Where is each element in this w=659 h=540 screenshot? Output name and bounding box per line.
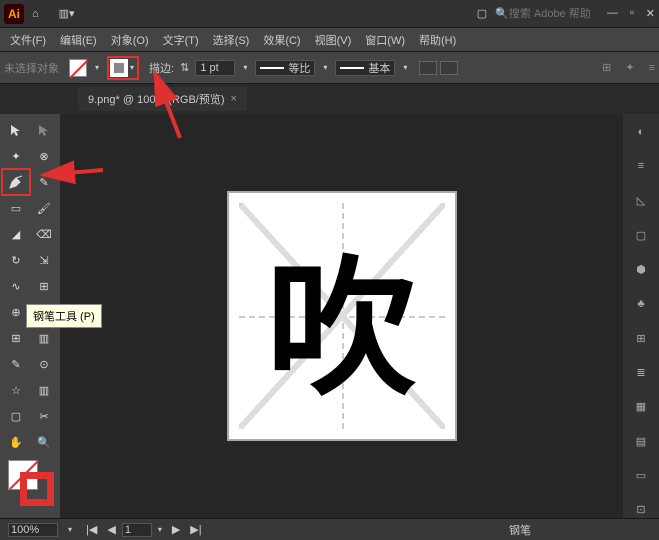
scale-tool[interactable]: ⇲: [31, 248, 57, 272]
style-icon[interactable]: [440, 61, 458, 75]
pen-tooltip: 钢笔工具 (P): [26, 304, 102, 328]
opacity-icon[interactable]: [419, 61, 437, 75]
home-icon[interactable]: ⌂: [32, 8, 39, 20]
selection-tool[interactable]: [3, 118, 29, 142]
align-icon[interactable]: ⊞: [602, 61, 611, 74]
panel-menu-icon[interactable]: ≡: [649, 62, 655, 74]
artboard-number-input[interactable]: [122, 523, 152, 537]
brushes-panel-icon[interactable]: ⬢: [632, 261, 650, 277]
right-panel: ◐ ≡ ◺ ▢ ⬢ ♣ ⊞ ≣ ▦ ▤ ▭ ⊡: [623, 114, 659, 518]
blend-tool[interactable]: ⊙: [31, 352, 57, 376]
tab-title: 9.png* @ 100% (RGB/预览): [88, 91, 225, 107]
current-tool-status: 钢笔: [509, 522, 531, 538]
stroke-dropdown-icon[interactable]: ▾: [128, 63, 136, 72]
stroke-stepper-icon[interactable]: ⇅: [180, 61, 189, 74]
artboard-tool[interactable]: ▢: [3, 404, 29, 428]
symbol-sprayer-tool[interactable]: ☆: [3, 378, 29, 402]
pathfinder-panel-icon[interactable]: ▦: [632, 399, 650, 415]
curvature-tool[interactable]: ✎: [31, 170, 57, 194]
menu-select[interactable]: 选择(S): [207, 30, 256, 50]
width-profile[interactable]: 基本: [335, 60, 395, 76]
toolbar: ✦⊗ ✎ 钢笔工具 (P) ▭🖌 ◢⌫ ↻⇲ ∿⊞ ⊕▦ ⊞▥ ✎⊙ ☆▥ ▢✂…: [0, 114, 60, 518]
properties-panel-icon[interactable]: ≡: [632, 158, 650, 174]
dash-profile[interactable]: 等比: [255, 60, 315, 76]
menu-type[interactable]: 文字(T): [157, 30, 205, 50]
menu-help[interactable]: 帮助(H): [413, 30, 462, 50]
search-icon[interactable]: 🔍: [495, 7, 509, 20]
transform-panel-icon[interactable]: ⊞: [632, 330, 650, 346]
stroke-swatch-icon[interactable]: [22, 474, 52, 504]
appearance-panel-icon[interactable]: ⊡: [632, 502, 650, 518]
hand-tool[interactable]: ✋: [3, 430, 29, 454]
app-logo: Ai: [4, 4, 24, 24]
column-graph-tool[interactable]: ▥: [31, 378, 57, 402]
color-panel-icon[interactable]: ◐: [632, 124, 650, 140]
free-transform-tool[interactable]: ⊞: [31, 274, 57, 298]
first-artboard-icon[interactable]: |◀: [82, 523, 101, 536]
align-panel-icon[interactable]: ≣: [632, 364, 650, 380]
direct-selection-tool[interactable]: [31, 118, 57, 142]
prefs-icon[interactable]: ✦: [625, 61, 634, 74]
slice-tool[interactable]: ✂: [31, 404, 57, 428]
canvas-area[interactable]: 吹: [60, 114, 623, 518]
profile-dropdown-icon[interactable]: ▾: [401, 63, 409, 72]
minimize-icon[interactable]: —: [607, 7, 618, 20]
menu-file[interactable]: 文件(F): [4, 30, 52, 50]
menu-edit[interactable]: 编辑(E): [54, 30, 103, 50]
arrange-icon[interactable]: ▥▾: [59, 7, 75, 20]
stroke-width-input[interactable]: 1 pt: [195, 60, 235, 76]
fill-stroke-control[interactable]: [8, 460, 52, 504]
zoom-tool[interactable]: 🔍: [31, 430, 57, 454]
tab-close-icon[interactable]: ×: [231, 93, 237, 105]
menu-effect[interactable]: 效果(C): [257, 30, 306, 50]
prev-artboard-icon[interactable]: ◀: [103, 523, 119, 536]
libraries-panel-icon[interactable]: ▢: [632, 227, 650, 243]
stroke-label: 描边:: [149, 60, 174, 76]
menu-object[interactable]: 对象(O): [105, 30, 155, 50]
rotate-tool[interactable]: ↻: [3, 248, 29, 272]
pen-tool[interactable]: [3, 170, 29, 194]
zoom-input[interactable]: [8, 523, 58, 537]
fill-none-swatch[interactable]: [69, 59, 87, 77]
paintbrush-tool[interactable]: 🖌: [31, 196, 57, 220]
lasso-tool[interactable]: ⊗: [31, 144, 57, 168]
shape-panel-icon[interactable]: ◺: [632, 193, 650, 209]
stroke-swatch[interactable]: [110, 59, 128, 77]
swatches-panel-icon[interactable]: ▤: [632, 433, 650, 449]
stroke-width-dropdown-icon[interactable]: ▾: [241, 63, 249, 72]
eyedropper-tool[interactable]: ✎: [3, 352, 29, 376]
width-tool[interactable]: ∿: [3, 274, 29, 298]
search-input[interactable]: [509, 8, 599, 20]
rectangle-tool[interactable]: ▭: [3, 196, 29, 220]
magic-wand-tool[interactable]: ✦: [3, 144, 29, 168]
zoom-dropdown-icon[interactable]: ▾: [66, 525, 74, 534]
stroke-panel-icon[interactable]: ▭: [632, 467, 650, 483]
menu-view[interactable]: 视图(V): [309, 30, 358, 50]
mesh-tool[interactable]: ⊞: [3, 326, 29, 350]
symbols-panel-icon[interactable]: ♣: [632, 296, 650, 312]
next-artboard-icon[interactable]: ▶: [168, 523, 184, 536]
artboard-dropdown-icon[interactable]: ▾: [154, 525, 166, 534]
menu-window[interactable]: 窗口(W): [359, 30, 411, 50]
document-tab[interactable]: 9.png* @ 100% (RGB/预览) ×: [78, 87, 247, 111]
artboard[interactable]: 吹: [227, 191, 457, 441]
selection-status: 未选择对象: [4, 60, 59, 76]
last-artboard-icon[interactable]: ▶|: [186, 523, 205, 536]
gradient-tool[interactable]: ▥: [31, 326, 57, 350]
doc-icon[interactable]: ▢: [477, 7, 487, 20]
stroke-swatch-highlight: ▾: [107, 56, 139, 80]
dash-dropdown-icon[interactable]: ▾: [321, 63, 329, 72]
character-glyph: 吹: [229, 193, 455, 439]
eraser-tool[interactable]: ⌫: [31, 222, 57, 246]
close-icon[interactable]: ✕: [646, 7, 655, 20]
shaper-tool[interactable]: ◢: [3, 222, 29, 246]
maximize-icon[interactable]: ▫: [630, 7, 634, 20]
fill-dropdown-icon[interactable]: ▾: [93, 63, 101, 72]
